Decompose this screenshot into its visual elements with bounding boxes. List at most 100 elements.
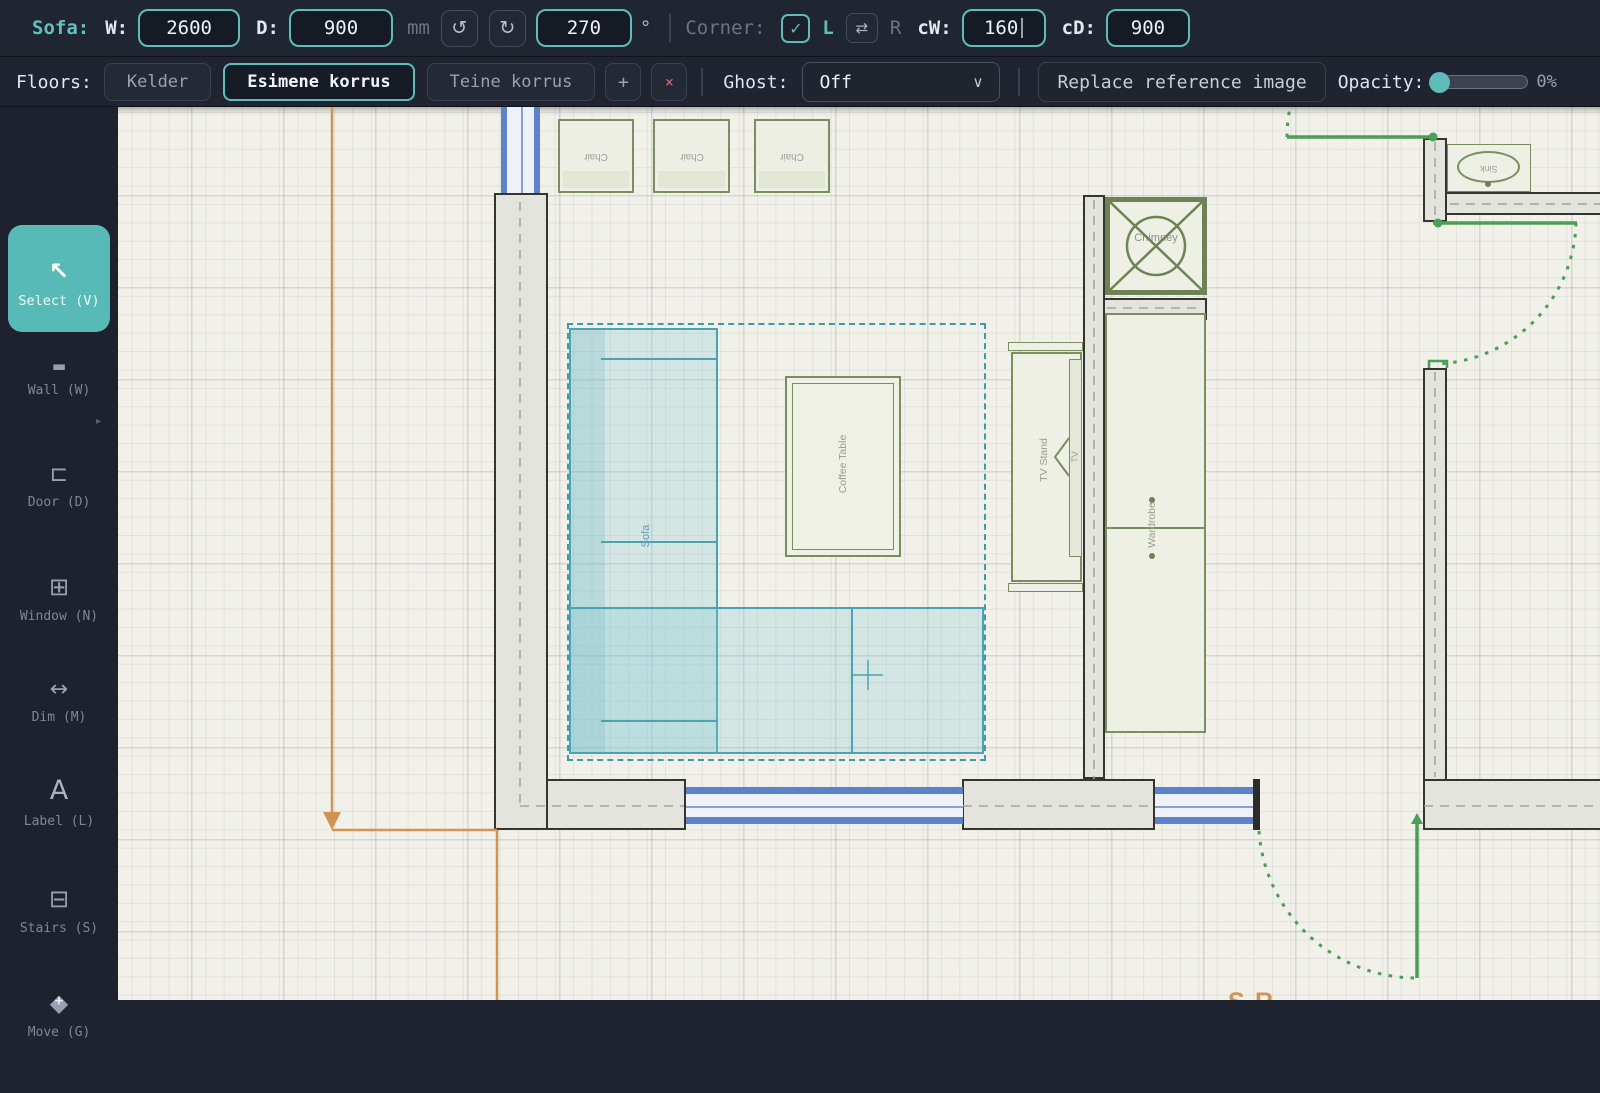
angle-input[interactable]: 270: [535, 9, 632, 47]
ghost-label: Ghost:: [723, 71, 789, 93]
depth-input[interactable]: 900: [288, 9, 393, 47]
delete-floor-button[interactable]: ×: [651, 63, 688, 101]
floor-tab-teine-korrus[interactable]: Teine korrus: [426, 63, 596, 101]
wall-bottom-right[interactable]: [1423, 779, 1600, 830]
furniture-sofa-chaise[interactable]: [569, 607, 984, 754]
add-floor-button[interactable]: +: [605, 63, 642, 101]
chair-backrest: [563, 171, 629, 188]
stairs-icon: ⊟: [48, 885, 70, 913]
replace-button-label: Replace reference image: [1057, 71, 1307, 93]
window-bottom-large[interactable]: [686, 787, 963, 824]
corner-left-label: L: [822, 17, 834, 39]
rotate-ccw-icon: ↺: [451, 17, 468, 39]
reference-guides: [323, 107, 499, 1000]
corner-width-label: cW:: [917, 17, 952, 39]
tv-stand-bottom-cap: [1008, 583, 1083, 592]
ghost-dropdown-value: Off: [819, 71, 852, 93]
sidebar-item-stairs[interactable]: ⊟ Stairs (S): [0, 885, 118, 989]
chair-label: Chair: [780, 150, 804, 162]
sofa-seat-divider: [601, 720, 718, 722]
furniture-chair-3[interactable]: Chair: [754, 119, 830, 193]
toolbar-divider: [701, 68, 704, 96]
sidebar-item-move[interactable]: ◆ + Move (G): [0, 989, 118, 1093]
width-label: W:: [105, 17, 129, 39]
wall-topright-horizontal[interactable]: [1447, 192, 1600, 215]
wall-left[interactable]: [494, 193, 548, 830]
wall-right-vertical[interactable]: [1423, 368, 1447, 779]
wardrobe-label: Wardrobe: [1146, 502, 1158, 548]
replace-reference-image-button[interactable]: Replace reference image: [1038, 62, 1326, 102]
corner-width-value: 160: [983, 17, 1019, 39]
doors: [1257, 107, 1578, 980]
sofa-seat-divider: [601, 541, 718, 543]
sidebar-item-label[interactable]: A Label (L): [0, 775, 118, 879]
wall-bottom-middle[interactable]: [962, 779, 1155, 830]
floors-toolbar: Floors: Kelder Esimene korrus Teine korr…: [0, 58, 1600, 107]
depth-label: D:: [256, 17, 279, 39]
wall-topright-vertical[interactable]: [1423, 138, 1447, 222]
chevron-down-icon: ∨: [972, 73, 984, 91]
sofa-seat-divider: [851, 609, 853, 752]
furniture-chimney[interactable]: [1105, 197, 1207, 295]
opacity-slider[interactable]: [1429, 72, 1529, 93]
floor-tab-label: Esimene korrus: [247, 72, 391, 92]
rotate-ccw-button[interactable]: ↺: [440, 9, 478, 47]
floor-tab-kelder[interactable]: Kelder: [103, 63, 212, 101]
sidebar-item-window[interactable]: ⊞ Window (N): [0, 573, 118, 677]
corner-label: Corner:: [685, 17, 766, 39]
tv-stand-label: TV Stand: [1038, 438, 1050, 482]
corner-swap-button[interactable]: ⇄: [845, 13, 878, 43]
window-top-left[interactable]: [501, 107, 540, 193]
door-right-upper-swing-arc: [1436, 222, 1578, 366]
opacity-label: Opacity:: [1337, 71, 1425, 93]
depth-value: 900: [323, 17, 359, 39]
furniture-chair-1[interactable]: Chair: [558, 119, 634, 193]
ghost-dropdown[interactable]: Off ∨: [802, 62, 1001, 102]
rotate-cw-icon: ↻: [499, 17, 516, 39]
corner-depth-value: 900: [1130, 17, 1166, 39]
text-caret: [1021, 18, 1024, 38]
toolbar-divider: [1018, 68, 1021, 96]
selected-object-name: Sofa:: [32, 17, 90, 39]
chair-backrest: [759, 171, 825, 188]
window-mullion: [520, 107, 523, 193]
move-cross-icon: ◆ +: [50, 989, 68, 1017]
sidebar-item-select[interactable]: ↖ Select (V): [8, 225, 110, 332]
door-bottom-swing-arc: [1257, 830, 1415, 980]
furniture-chair-2[interactable]: Chair: [653, 119, 730, 193]
reference-guide-arrowhead: [323, 812, 341, 830]
tv-label: TV: [1070, 451, 1080, 463]
swap-icon: ⇄: [855, 19, 869, 37]
cursor-arrow-icon: ↖: [48, 257, 70, 285]
wall-bottom-left[interactable]: [548, 779, 686, 830]
sidebar-item-wall[interactable]: ▬ Wall (W): [0, 357, 118, 461]
rotate-cw-button[interactable]: ↻: [488, 9, 526, 47]
sidebar-item-dim[interactable]: ↔ Dim (M): [0, 677, 118, 781]
corner-depth-input[interactable]: 900: [1105, 9, 1190, 47]
sink-label-wrap: Sink: [1447, 157, 1531, 176]
chair-label: Chair: [679, 150, 704, 162]
sidebar-item-door[interactable]: ⊏ Door (D): [0, 462, 118, 566]
toolbar-divider: [669, 14, 672, 42]
double-arrow-icon: ↔: [49, 677, 69, 702]
window-mullion: [1155, 805, 1253, 808]
close-icon: ×: [664, 73, 674, 91]
floorplan-canvas[interactable]: Chair Chair Chair Sofa Coffee Table TV S…: [0, 107, 1600, 1000]
floor-tab-label: Kelder: [126, 72, 189, 92]
tool-label: Wall (W): [27, 383, 91, 398]
width-input[interactable]: 2600: [138, 9, 241, 47]
wall-center-vertical[interactable]: [1083, 195, 1105, 779]
window-bottom-small[interactable]: [1155, 787, 1253, 824]
corner-right-label: R: [889, 17, 902, 39]
tool-label: Move (G): [27, 1025, 91, 1040]
tool-label: Select (V): [18, 293, 100, 309]
tool-label: Label (L): [23, 814, 95, 829]
door-bottom-hinge-marker: [1411, 813, 1423, 824]
corner-checkbox[interactable]: ✓: [781, 13, 811, 43]
tool-label: Stairs (S): [19, 921, 99, 936]
floor-tab-esimene-korrus[interactable]: Esimene korrus: [223, 63, 415, 101]
tool-label: Dim (M): [31, 710, 87, 725]
door-submenu-arrow-icon[interactable]: ▸: [96, 416, 101, 427]
opacity-slider-knob[interactable]: [1429, 72, 1451, 93]
corner-width-input[interactable]: 160: [961, 9, 1046, 47]
